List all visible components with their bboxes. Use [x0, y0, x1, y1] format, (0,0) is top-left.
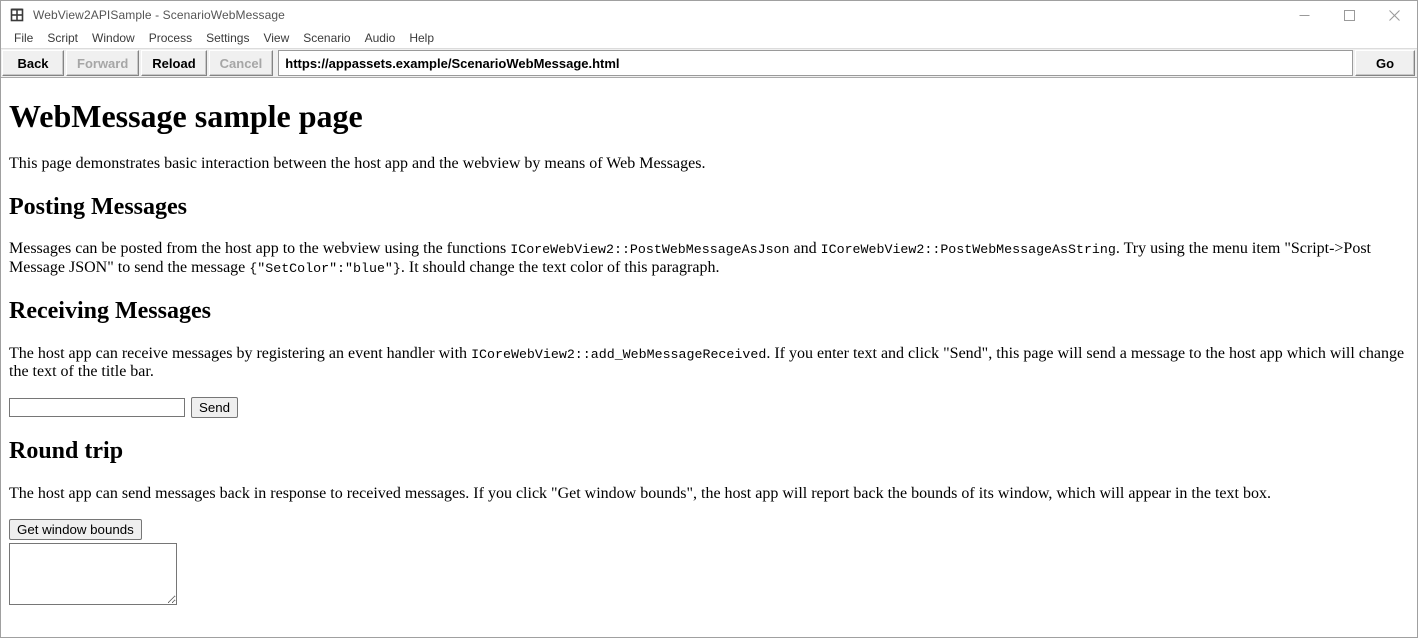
- posting-code-1: ICoreWebView2::PostWebMessageAsJson: [510, 242, 790, 258]
- window-controls: [1282, 1, 1417, 29]
- minimize-icon: [1299, 10, 1310, 21]
- posting-messages-heading: Posting Messages: [9, 194, 187, 221]
- menu-bar: File Script Window Process Settings View…: [1, 29, 1417, 48]
- minimize-button[interactable]: [1282, 1, 1327, 29]
- close-button[interactable]: [1372, 1, 1417, 29]
- title-bar: WebView2APISample - ScenarioWebMessage: [1, 1, 1417, 29]
- menu-item-process[interactable]: Process: [142, 29, 199, 48]
- posting-text-2: and: [789, 240, 821, 258]
- receiving-messages-paragraph: The host app can receive messages by reg…: [9, 345, 1409, 383]
- receiving-text-1: The host app can receive messages by reg…: [9, 344, 472, 362]
- menu-item-script[interactable]: Script: [40, 29, 85, 48]
- posting-text-4: . It should change the text color of thi…: [400, 259, 720, 277]
- cancel-button[interactable]: Cancel: [208, 50, 274, 76]
- address-bar-value: https://appassets.example/ScenarioWebMes…: [285, 55, 620, 71]
- window-title: WebView2APISample - ScenarioWebMessage: [33, 8, 285, 22]
- grid-window-icon: [9, 7, 25, 23]
- posting-code-3: {"SetColor":"blue"}: [249, 261, 401, 277]
- go-button[interactable]: Go: [1355, 50, 1415, 76]
- reload-button[interactable]: Reload: [141, 50, 207, 76]
- close-icon: [1389, 9, 1400, 21]
- menu-item-scenario[interactable]: Scenario: [296, 29, 357, 48]
- back-button[interactable]: Back: [2, 50, 64, 76]
- receiving-code-1: ICoreWebView2::add_WebMessageReceived: [471, 346, 767, 362]
- menu-item-window[interactable]: Window: [85, 29, 142, 48]
- application-window: WebView2APISample - ScenarioWebMessage F…: [0, 0, 1418, 638]
- send-button[interactable]: Send: [191, 397, 239, 419]
- menu-item-view[interactable]: View: [256, 29, 296, 48]
- menu-item-audio[interactable]: Audio: [358, 29, 403, 48]
- message-input[interactable]: [9, 398, 185, 418]
- browser-toolbar: Back Forward Reload Cancel https://appas…: [1, 48, 1417, 78]
- address-bar[interactable]: https://appassets.example/ScenarioWebMes…: [278, 50, 1353, 76]
- menu-item-settings[interactable]: Settings: [199, 29, 256, 48]
- round-trip-heading: Round trip: [9, 438, 124, 465]
- posting-text-1: Messages can be posted from the host app…: [9, 240, 511, 258]
- page-intro-paragraph: This page demonstrates basic interaction…: [9, 155, 706, 173]
- maximize-button[interactable]: [1327, 1, 1372, 29]
- menu-item-file[interactable]: File: [7, 29, 40, 48]
- page-title: WebMessage sample page: [9, 98, 363, 134]
- webview-content: WebMessage sample page This page demonst…: [1, 78, 1417, 637]
- send-message-row: Send: [9, 397, 1409, 419]
- receiving-messages-heading: Receiving Messages: [9, 298, 211, 325]
- round-trip-controls: Get window bounds: [9, 518, 1409, 605]
- menu-item-help[interactable]: Help: [402, 29, 441, 48]
- round-trip-paragraph: The host app can send messages back in r…: [9, 484, 1271, 502]
- maximize-icon: [1344, 9, 1355, 21]
- posting-code-2: ICoreWebView2::PostWebMessageAsString: [820, 242, 1116, 258]
- get-window-bounds-button[interactable]: Get window bounds: [9, 518, 142, 540]
- posting-messages-paragraph: Messages can be posted from the host app…: [9, 240, 1409, 278]
- forward-button[interactable]: Forward: [66, 50, 140, 76]
- window-bounds-textarea[interactable]: [9, 542, 177, 605]
